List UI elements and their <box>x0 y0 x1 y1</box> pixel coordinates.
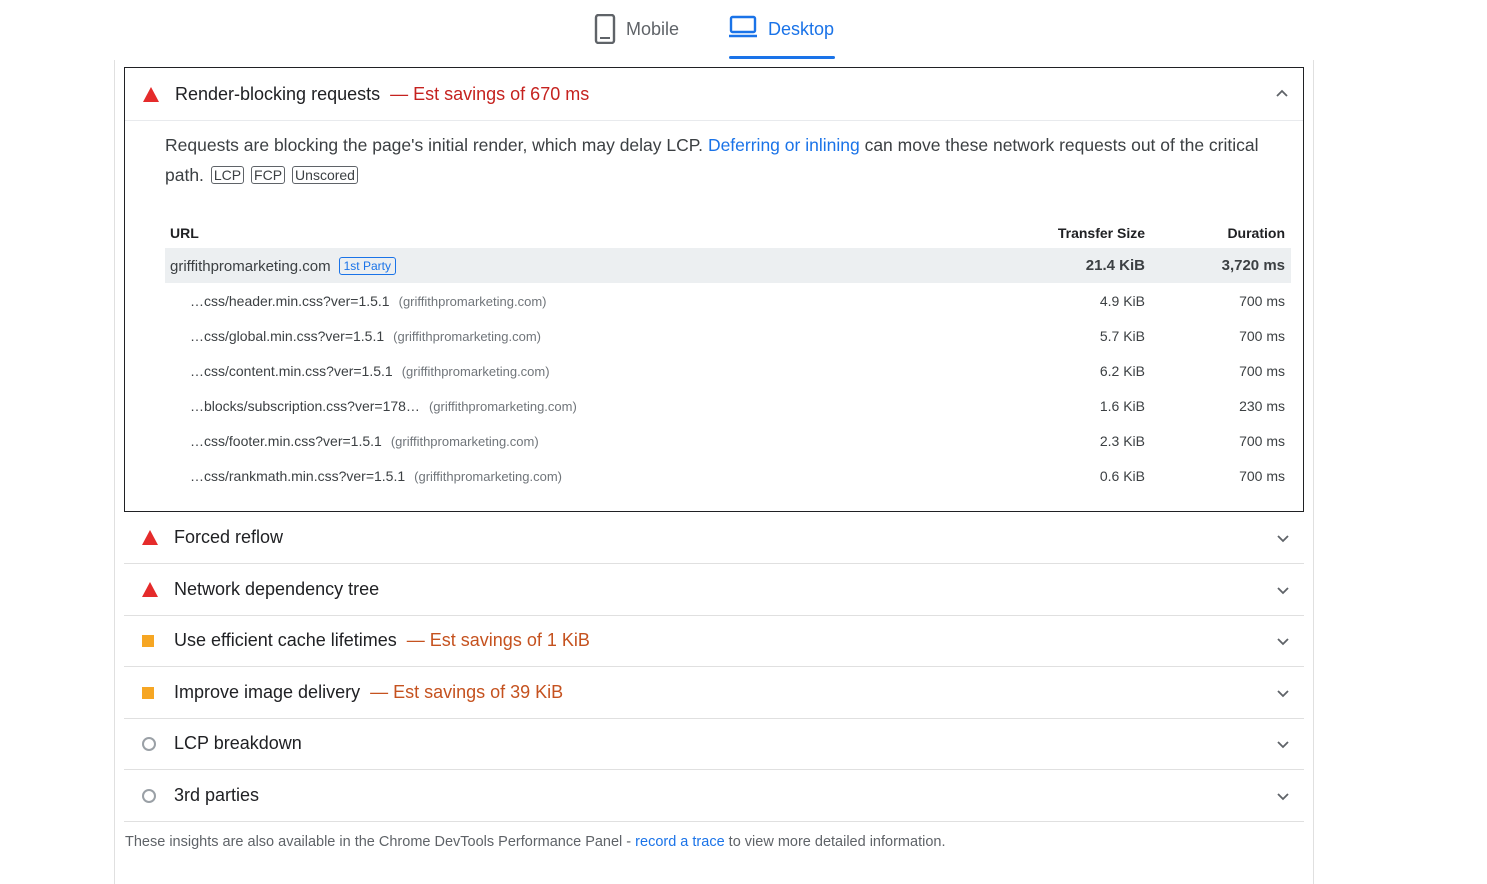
table-row: …blocks/subscription.css?ver=178… (griffi… <box>165 388 1291 423</box>
fail-triangle-icon <box>142 582 158 597</box>
chevron-down-icon[interactable] <box>1274 735 1292 753</box>
panel-left-border <box>114 60 115 884</box>
tab-desktop-label: Desktop <box>768 19 835 39</box>
header-transfer-size: Transfer Size <box>1057 225 1145 241</box>
mobile-phone-icon <box>594 14 616 44</box>
tab-mobile[interactable]: Mobile <box>594 14 679 60</box>
record-trace-link[interactable]: record a trace <box>635 834 724 850</box>
row-size: 0.6 KiB <box>1099 467 1145 484</box>
average-square-icon <box>142 686 154 699</box>
audit-savings: — Est savings of 1 KiB <box>406 630 590 650</box>
chevron-down-icon[interactable] <box>1274 581 1292 599</box>
table-row: …css/global.min.css?ver=1.5.1 (griffithpr… <box>165 318 1291 353</box>
audit-forced-reflow[interactable]: Forced reflow <box>124 512 1304 564</box>
audit-lcp-breakdown[interactable]: LCP breakdown <box>124 718 1304 770</box>
average-square-icon <box>142 634 154 647</box>
row-host: (griffithpromarketing.com) <box>390 433 539 449</box>
audit-title: Use efficient cache lifetimes <box>174 630 397 650</box>
fail-triangle-icon <box>143 86 159 102</box>
row-duration: 230 ms <box>1239 397 1285 414</box>
row-host: (griffithpromarketing.com) <box>393 328 542 344</box>
audit-title: Forced reflow <box>174 527 284 547</box>
audit-title: Network dependency tree <box>174 579 380 599</box>
audit-image-delivery[interactable]: Improve image delivery — Est savings of … <box>124 667 1304 719</box>
row-host: (griffithpromarketing.com) <box>428 398 577 414</box>
first-party-badge: 1st Party <box>338 256 396 275</box>
laptop-icon <box>729 15 757 38</box>
row-url[interactable]: …css/rankmath.min.css?ver=1.5.1 <box>190 468 405 484</box>
group-size: 21.4 KiB <box>1085 257 1145 274</box>
chevron-up-icon[interactable] <box>1273 85 1291 103</box>
devtools-footer-note: These insights are also available in the… <box>125 834 946 850</box>
fail-triangle-icon <box>142 530 158 545</box>
audit-savings: — Est savings of 670 ms <box>390 83 590 104</box>
row-url[interactable]: …css/footer.min.css?ver=1.5.1 <box>190 433 382 449</box>
table-row: …css/content.min.css?ver=1.5.1 (griffithp… <box>165 353 1291 388</box>
audit-title: Improve image delivery <box>174 682 361 702</box>
audit-render-blocking: Render-blocking requests — Est savings o… <box>124 67 1304 512</box>
deferring-inlining-link[interactable]: Deferring or inlining <box>708 135 860 155</box>
chevron-down-icon[interactable] <box>1274 632 1292 650</box>
row-size: 2.3 KiB <box>1099 432 1145 449</box>
row-host: (griffithpromarketing.com) <box>401 363 550 379</box>
tag-fcp: FCP <box>251 166 286 184</box>
row-url[interactable]: …css/header.min.css?ver=1.5.1 <box>190 293 390 309</box>
informative-circle-icon <box>142 788 156 803</box>
row-duration: 700 ms <box>1239 292 1285 309</box>
row-duration: 700 ms <box>1239 432 1285 449</box>
audit-network-dependency-tree[interactable]: Network dependency tree <box>124 564 1304 616</box>
tag-lcp: LCP <box>210 166 245 184</box>
active-tab-indicator <box>729 56 835 59</box>
row-size: 5.7 KiB <box>1099 327 1145 344</box>
row-host: (griffithpromarketing.com) <box>414 468 563 484</box>
audit-render-blocking-header[interactable]: Render-blocking requests — Est savings o… <box>125 68 1303 121</box>
tab-desktop[interactable]: Desktop <box>728 14 834 60</box>
row-duration: 700 ms <box>1239 327 1285 344</box>
audit-savings: — Est savings of 39 KiB <box>370 682 564 702</box>
table-header: URL Transfer Size Duration <box>165 218 1291 248</box>
table-group-row: griffithpromarketing.com 1st Party 21.4 K… <box>165 248 1291 283</box>
header-duration: Duration <box>1227 225 1285 241</box>
audit-description: Requests are blocking the page's initial… <box>165 135 1259 185</box>
audit-cache-lifetimes[interactable]: Use efficient cache lifetimes — Est savi… <box>124 615 1304 667</box>
row-size: 4.9 KiB <box>1099 292 1145 309</box>
informative-circle-icon <box>142 736 156 751</box>
group-domain: griffithpromarketing.com <box>170 257 331 275</box>
row-url[interactable]: …blocks/subscription.css?ver=178… <box>190 398 420 414</box>
table-row: …css/header.min.css?ver=1.5.1 (griffithpr… <box>165 283 1291 318</box>
row-duration: 700 ms <box>1239 467 1285 484</box>
panel-right-border <box>1313 60 1314 884</box>
audit-title: LCP breakdown <box>174 733 302 753</box>
group-duration: 3,720 ms <box>1221 257 1285 274</box>
row-url[interactable]: …css/global.min.css?ver=1.5.1 <box>190 328 384 344</box>
table-row: …css/rankmath.min.css?ver=1.5.1 (griffith… <box>165 458 1291 493</box>
audit-title: Render-blocking requests <box>175 83 381 104</box>
row-duration: 700 ms <box>1239 362 1285 379</box>
header-url: URL <box>170 225 199 241</box>
row-host: (griffithpromarketing.com) <box>398 293 547 309</box>
audit-third-parties[interactable]: 3rd parties <box>124 770 1304 822</box>
device-tabs: Mobile Desktop <box>0 0 1487 60</box>
row-size: 1.6 KiB <box>1099 397 1145 414</box>
table-row: …css/footer.min.css?ver=1.5.1 (griffithpr… <box>165 423 1291 458</box>
chevron-down-icon[interactable] <box>1274 529 1292 547</box>
tab-mobile-label: Mobile <box>626 19 680 39</box>
row-size: 6.2 KiB <box>1099 362 1145 379</box>
chevron-down-icon[interactable] <box>1274 787 1292 805</box>
chevron-down-icon[interactable] <box>1274 684 1292 702</box>
render-blocking-table: URL Transfer Size Duration griffithproma… <box>165 218 1291 493</box>
row-url[interactable]: …css/content.min.css?ver=1.5.1 <box>190 363 393 379</box>
audit-title: 3rd parties <box>174 785 260 805</box>
tag-unscored: Unscored <box>292 166 358 184</box>
